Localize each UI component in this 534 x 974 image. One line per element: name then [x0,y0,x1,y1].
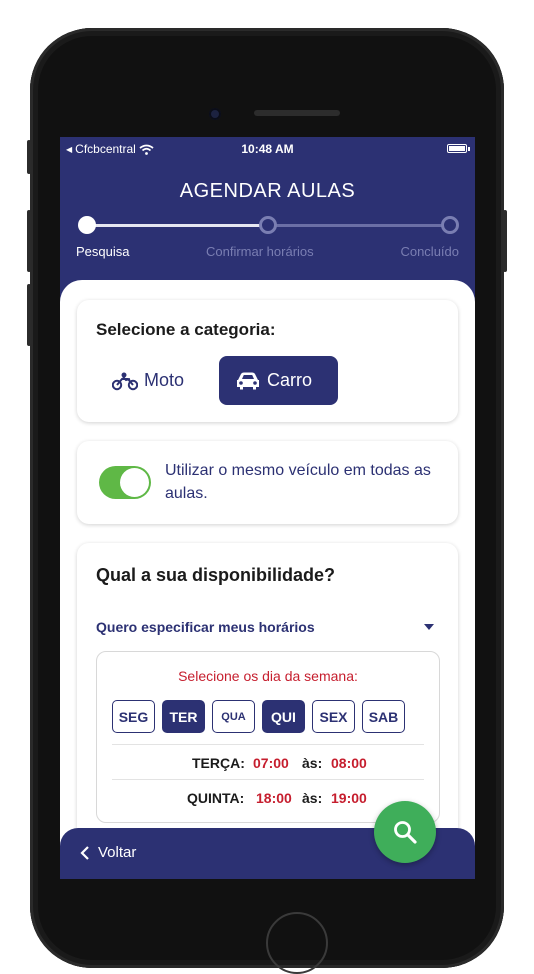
same-vehicle-card: Utilizar o mesmo veículo em todas as aul… [77,441,458,524]
category-label: Selecione a categoria: [96,320,276,339]
step-dot-confirmar [259,216,277,234]
content-panel: Selecione a categoria: Moto Carro Utiliz… [60,280,475,879]
front-camera [209,108,221,120]
schedule-sep: às: [302,755,323,771]
day-button-sab[interactable]: SAB [362,700,405,733]
step-dot-concluido [441,216,459,234]
step-dot-pesquisa [78,216,96,234]
category-card: Selecione a categoria: Moto Carro [77,300,458,422]
toggle-knob [120,468,149,497]
day-button-sex[interactable]: SEX [312,700,355,733]
search-icon [394,821,417,844]
mute-switch [27,140,31,174]
progress-fill [86,224,269,227]
dropdown-caret-icon [424,624,434,630]
same-vehicle-text: Utilizar o mesmo veículo em todas as aul… [165,462,431,502]
availability-card: Qual a sua disponibilidade? Quero especi… [77,543,458,843]
step-label-concluido: Concluído [400,244,459,259]
day-button-qua[interactable]: QUA [212,700,255,733]
back-label: Voltar [98,844,137,861]
schedule-from: 07:00 [253,755,289,771]
day-button-qui[interactable]: QUI [262,700,305,733]
weekday-panel: Selecione os dia da semana: SEG TER QUA … [96,651,440,823]
page-title: AGENDAR AULAS [179,180,356,202]
schedule-to: 19:00 [331,790,367,806]
status-time: 10:48 AM [241,142,294,156]
back-button[interactable]: Voltar [80,844,136,861]
motorcycle-icon [112,372,138,390]
same-vehicle-toggle[interactable] [99,466,151,499]
earpiece-speaker [254,110,340,116]
category-moto-label: Moto [144,370,185,390]
home-button[interactable] [266,912,328,974]
car-icon [237,372,259,389]
status-bar: ◀ Cfcbcentral 10:48 AM [60,137,475,161]
category-carro-label: Carro [267,370,313,390]
volume-up-button [27,210,31,272]
schedule-day: QUINTA: [187,790,245,806]
day-button-ter[interactable]: TER [162,700,205,733]
availability-dropdown[interactable]: Quero especificar meus horários [96,619,440,635]
schedule-sep: às: [302,790,323,806]
progress-stepper [78,216,459,234]
schedule-day: TERÇA: [192,755,245,771]
availability-question: Qual a sua disponibilidade? [96,565,336,585]
day-button-seg[interactable]: SEG [112,700,155,733]
weekday-hint: Selecione os dia da semana: [178,668,358,684]
app-screen: ◀ Cfcbcentral 10:48 AM AGENDAR AULAS Pes… [60,137,475,879]
category-carro-button[interactable]: Carro [219,356,338,405]
schedule-row-terca[interactable]: TERÇA: 07:00 às: 08:00 [112,744,424,779]
volume-down-button [27,284,31,346]
schedule-to: 08:00 [331,755,367,771]
schedule-row-quinta[interactable]: QUINTA: 18:00 às: 19:00 [112,779,424,814]
schedule-from: 18:00 [256,790,292,806]
category-moto-button[interactable]: Moto [96,356,200,405]
power-button [503,210,507,272]
availability-dropdown-value: Quero especificar meus horários [96,619,315,635]
search-fab-button[interactable] [374,801,436,863]
step-label-confirmar: Confirmar horários [206,244,314,259]
chevron-left-icon [80,845,89,860]
weekday-selector: SEG TER QUA QUI SEX SAB [112,700,405,733]
battery-icon [447,144,470,153]
step-label-pesquisa: Pesquisa [76,244,130,259]
